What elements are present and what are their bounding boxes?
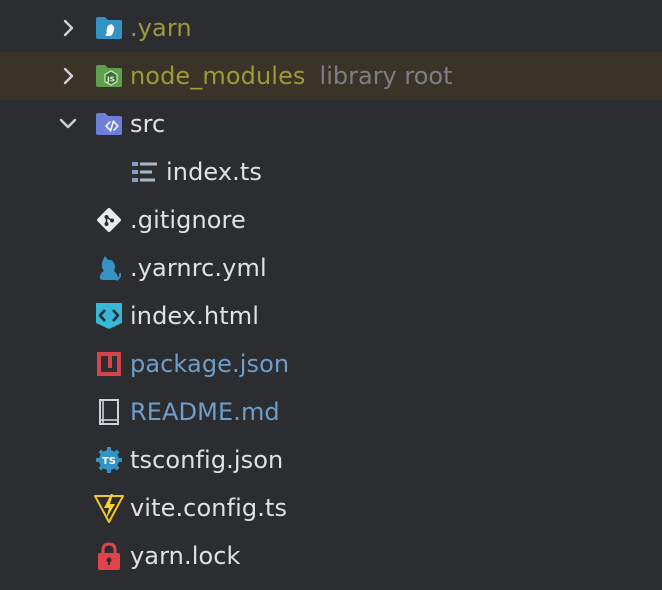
tree-item-tsconfig[interactable]: TS tsconfig.json (0, 436, 662, 484)
tree-item-yarnrc[interactable]: .yarnrc.yml (0, 244, 662, 292)
tree-item-label: tsconfig.json (130, 446, 284, 474)
html-file-icon (94, 301, 124, 331)
vite-icon (94, 493, 124, 523)
tree-item-node-modules-folder[interactable]: JS node_modules library root (0, 52, 662, 100)
folder-yarn-icon (94, 13, 124, 43)
tree-item-label: yarn.lock (130, 542, 241, 570)
git-icon (94, 205, 124, 235)
tree-item-label: index.ts (166, 158, 263, 186)
svg-text:TS: TS (102, 456, 116, 467)
npm-icon (94, 349, 124, 379)
tree-item-label: src (130, 110, 166, 138)
project-tree: .yarn JS node_modules library root src i… (0, 0, 662, 590)
tree-item-label: node_modules (130, 62, 306, 90)
folder-src-icon (94, 109, 124, 139)
tree-item-gitignore[interactable]: .gitignore (0, 196, 662, 244)
tree-item-label: README.md (130, 398, 280, 426)
tree-item-vite-config[interactable]: vite.config.ts (0, 484, 662, 532)
tree-item-readme[interactable]: README.md (0, 388, 662, 436)
folder-node-modules-icon: JS (94, 61, 124, 91)
library-root-hint: library root (319, 62, 453, 90)
tree-item-yarn-lock[interactable]: yarn.lock (0, 532, 662, 580)
chevron-right-icon[interactable] (58, 66, 78, 86)
readme-book-icon (94, 397, 124, 427)
tree-item-index-html[interactable]: index.html (0, 292, 662, 340)
tree-item-label: .gitignore (130, 206, 246, 234)
chevron-down-icon[interactable] (58, 114, 78, 134)
lock-icon (94, 541, 124, 571)
tree-item-label: index.html (130, 302, 259, 330)
tree-item-src-folder[interactable]: src (0, 100, 662, 148)
tree-item-label: package.json (130, 350, 290, 378)
tree-item-yarn-folder[interactable]: .yarn (0, 4, 662, 52)
tree-item-label: .yarnrc.yml (130, 254, 267, 282)
tree-item-label: vite.config.ts (130, 494, 288, 522)
chevron-right-icon[interactable] (58, 18, 78, 38)
tree-item-label: .yarn (130, 14, 192, 42)
tree-item-index-ts[interactable]: index.ts (0, 148, 662, 196)
typescript-file-icon (130, 157, 160, 187)
tsconfig-icon: TS (94, 445, 124, 475)
tree-item-package-json[interactable]: package.json (0, 340, 662, 388)
yarn-cat-icon (94, 253, 124, 283)
svg-text:JS: JS (106, 76, 115, 84)
